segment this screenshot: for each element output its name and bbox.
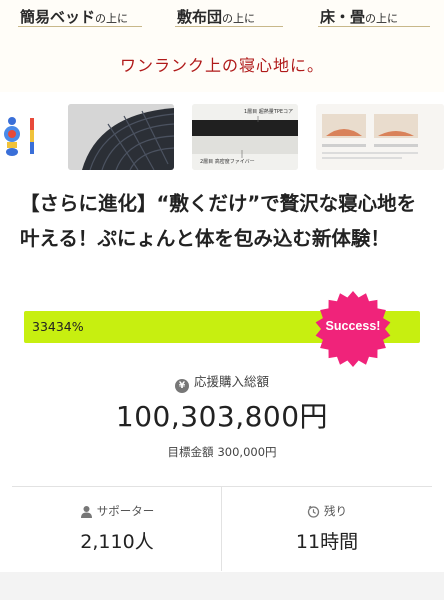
supporters-stat: サポーター 2,110人 xyxy=(12,487,222,571)
remaining-stat: 残り 11時間 xyxy=(222,487,432,571)
goal-value: 300,000円 xyxy=(217,445,277,459)
goal-label: 目標金額 xyxy=(167,445,214,459)
progress-percent: 33434% xyxy=(32,319,84,334)
funding-label: 応援購入総額 xyxy=(193,374,269,389)
supporters-label: サポーター xyxy=(96,504,155,518)
hero-label-floor: 床・畳の上に xyxy=(320,8,399,26)
funding-total: 100,303,800円 xyxy=(115,400,329,433)
carousel-slide-mattress-grid[interactable] xyxy=(68,104,174,170)
bottom-band xyxy=(0,572,444,600)
person-icon xyxy=(80,506,92,518)
hero-divider xyxy=(18,26,142,27)
project-stats: サポーター 2,110人 残り 11時間 xyxy=(12,486,432,571)
hero-banner: 簡易ベッドの上に 敷布団の上に 床・畳の上に ワンランク上の寝心地に。 xyxy=(0,0,444,92)
carousel-slide-pressure-map[interactable] xyxy=(0,104,42,170)
remaining-label: 残り xyxy=(324,504,347,518)
remaining-value: 11時間 xyxy=(295,531,359,553)
hero-divider xyxy=(175,26,283,27)
yen-icon: ¥ xyxy=(174,379,189,393)
carousel-slide-comparison[interactable] xyxy=(316,104,444,170)
supporters-value: 2,110人 xyxy=(80,531,154,553)
hero-label-futon: 敷布団の上に xyxy=(177,8,256,26)
hero-tagline: ワンランク上の寝心地に。 xyxy=(119,56,324,75)
image-carousel[interactable]: 1層目 超熱量TPEコア 2層目 高密度ファイバー xyxy=(0,104,444,170)
success-badge-label: Success! xyxy=(325,319,381,333)
hero-label-bed: 簡易ベッドの上に xyxy=(20,8,129,26)
layer-label-bottom: 2層目 高密度ファイバー xyxy=(200,159,255,165)
funding-label-row: ¥ 応援購入総額 xyxy=(0,371,444,393)
hero-labels: 簡易ベッドの上に 敷布団の上に 床・畳の上に xyxy=(0,6,444,36)
project-title: 【さらに進化】“敷くだけ”で贅沢な寝心地を叶える！ぷにょんと体を包み込む新体験！ xyxy=(20,192,417,250)
clock-icon xyxy=(307,505,320,518)
funding-goal: 目標金額 300,000円 xyxy=(0,444,444,460)
carousel-slide-layers[interactable]: 1層目 超熱量TPEコア 2層目 高密度ファイバー xyxy=(192,104,298,170)
hero-divider xyxy=(318,26,430,27)
layer-label-top: 1層目 超熱量TPEコア xyxy=(244,109,293,115)
